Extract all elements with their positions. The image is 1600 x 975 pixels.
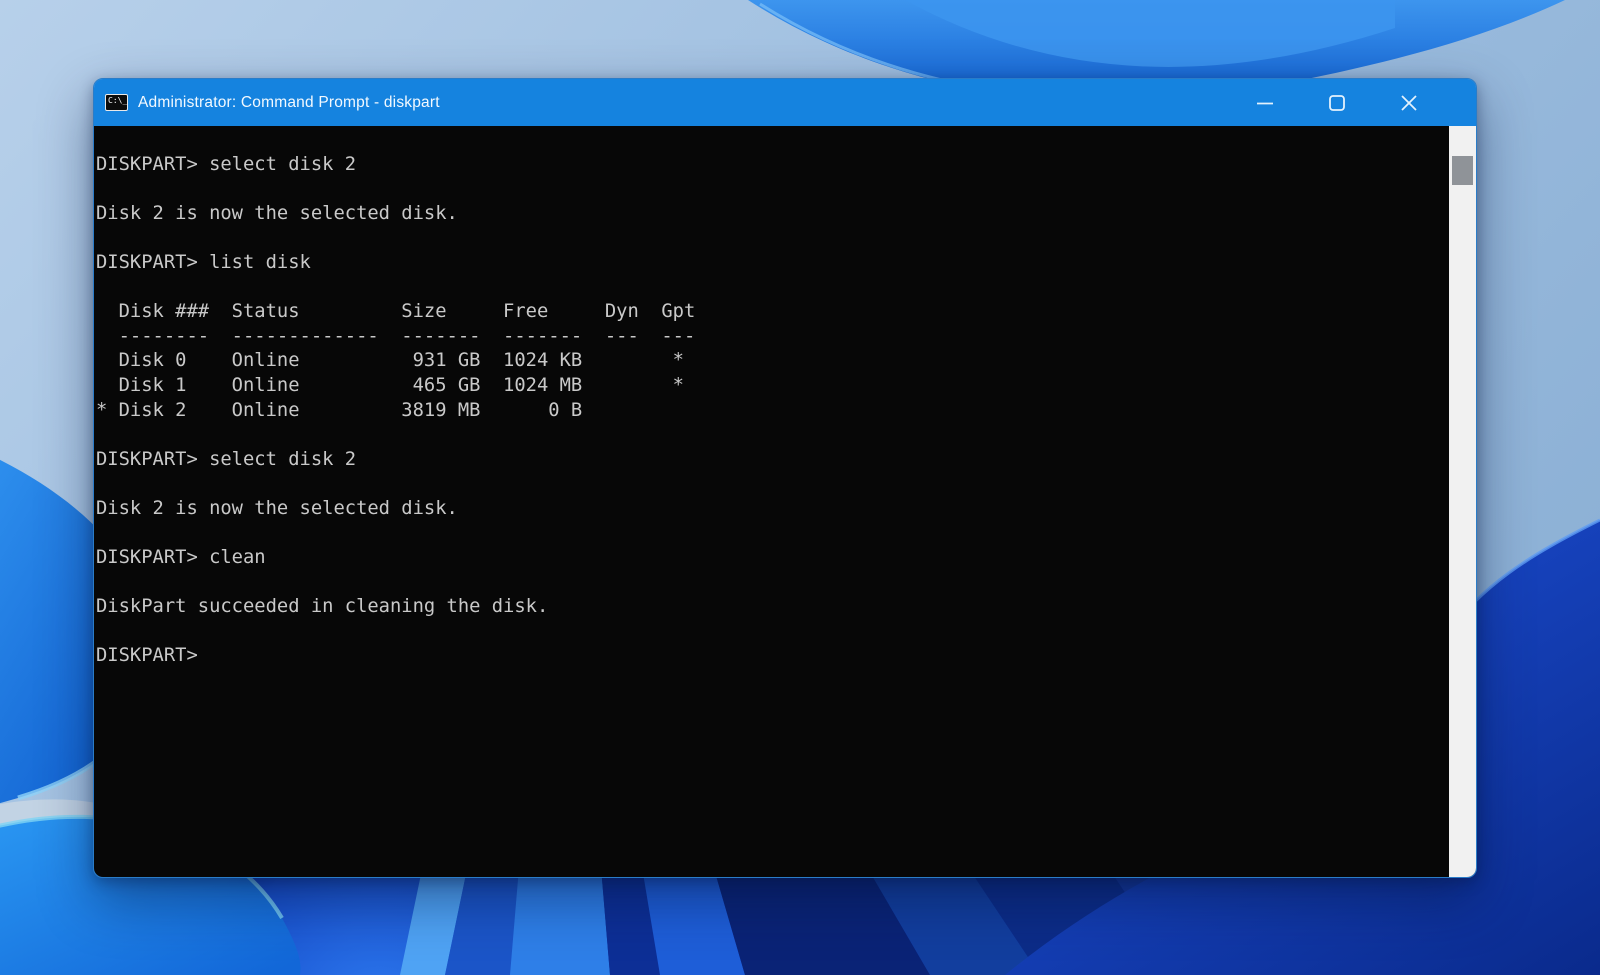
minimize-button[interactable] bbox=[1234, 79, 1296, 126]
maximize-button[interactable] bbox=[1306, 79, 1368, 126]
title-bar[interactable]: C:\_ Administrator: Command Prompt - dis… bbox=[94, 79, 1476, 126]
close-button[interactable] bbox=[1378, 79, 1440, 126]
window-title: Administrator: Command Prompt - diskpart bbox=[138, 94, 1234, 112]
terminal-output[interactable]: DISKPART> select disk 2 Disk 2 is now th… bbox=[94, 126, 1476, 877]
cmd-icon: C:\_ bbox=[105, 94, 128, 111]
maximize-icon bbox=[1328, 94, 1346, 112]
window-controls bbox=[1234, 79, 1476, 126]
command-prompt-window: C:\_ Administrator: Command Prompt - dis… bbox=[93, 78, 1477, 878]
minimize-icon bbox=[1256, 94, 1274, 112]
scrollbar-thumb[interactable] bbox=[1452, 156, 1473, 185]
close-icon bbox=[1400, 94, 1418, 112]
scrollbar[interactable] bbox=[1449, 126, 1476, 877]
console-text: DISKPART> select disk 2 Disk 2 is now th… bbox=[96, 128, 695, 669]
